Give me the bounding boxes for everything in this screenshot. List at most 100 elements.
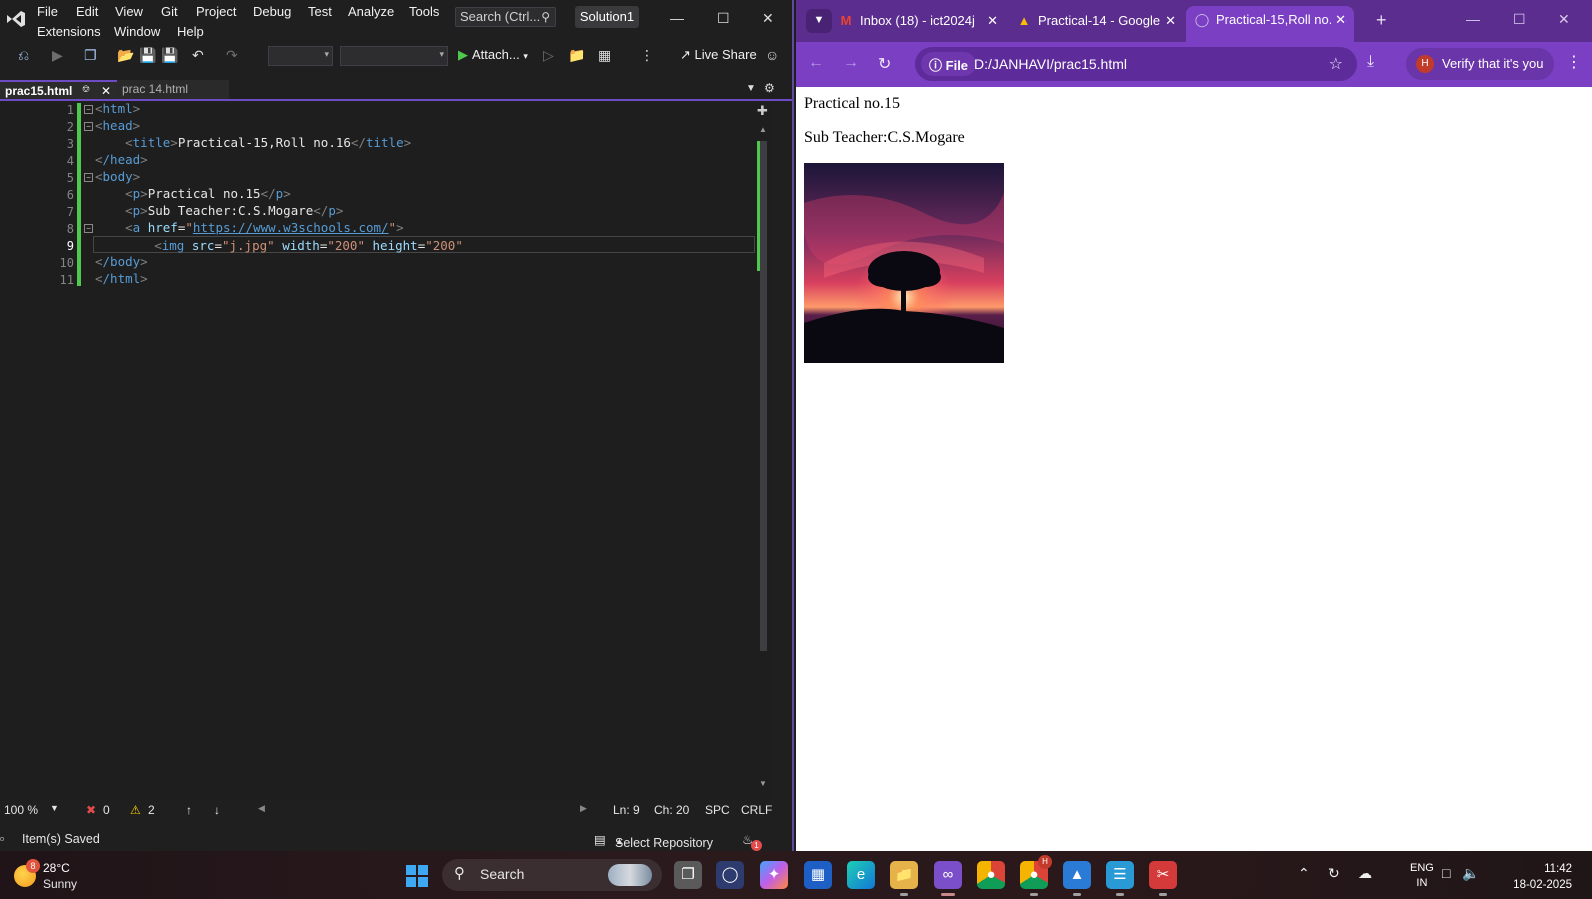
reload-icon[interactable]: ↻ xyxy=(878,54,891,74)
whitespace-indicator[interactable]: SPC xyxy=(705,803,730,817)
layout-icon[interactable]: ▦ xyxy=(598,47,611,64)
edge-icon[interactable]: e xyxy=(847,861,875,889)
notepad-icon[interactable]: ☰ xyxy=(1106,861,1134,896)
pin-icon[interactable]: ⎊ xyxy=(82,84,90,95)
solution-name[interactable]: Solution1 xyxy=(575,6,639,28)
site-info-chip[interactable]: ⓘ File xyxy=(921,52,977,76)
menu-window[interactable]: Window xyxy=(114,24,160,39)
scroll-up-icon[interactable]: ▲ xyxy=(759,125,767,134)
vertical-scrollbar[interactable]: ▲ ▼ xyxy=(757,103,770,800)
close-tab-icon[interactable]: ✕ xyxy=(1331,12,1346,28)
line-indicator[interactable]: Ln: 9 xyxy=(613,803,640,817)
visual-studio-icon[interactable]: ∞ xyxy=(934,861,962,896)
cloud-offline-icon[interactable]: ☁ xyxy=(1358,865,1372,882)
sync-icon[interactable]: ↻ xyxy=(1328,865,1340,882)
menu-file[interactable]: File xyxy=(37,4,58,19)
settings-icon[interactable]: ⚙ xyxy=(764,81,775,95)
menu-view[interactable]: View xyxy=(115,4,143,19)
weather-widget[interactable]: 8 28°C Sunny xyxy=(12,859,122,893)
bookmark-star-icon[interactable]: ☆ xyxy=(1329,54,1343,74)
menu-test[interactable]: Test xyxy=(308,4,332,19)
chrome-tab-active[interactable]: ◯ Practical-15,Roll no.16 ✕ xyxy=(1186,6,1354,42)
back-icon[interactable]: ⎌ xyxy=(18,47,29,64)
close-icon[interactable]: ✕ xyxy=(1558,11,1570,28)
next-issue-icon[interactable]: ↓ xyxy=(214,803,220,817)
platform-dropdown[interactable] xyxy=(340,46,448,66)
tab-prac14[interactable]: prac 14.html xyxy=(117,80,229,99)
address-bar[interactable]: ⓘ File D:/JANHAVI/prac15.html ☆ xyxy=(915,47,1357,81)
split-icon[interactable]: ✚ xyxy=(757,103,768,119)
sunset-tree-image[interactable] xyxy=(804,163,1004,363)
close-tab-icon[interactable]: ✕ xyxy=(101,84,111,98)
scroll-down-icon[interactable]: ▼ xyxy=(759,779,767,788)
configuration-dropdown[interactable] xyxy=(268,46,333,66)
new-project-icon[interactable]: ❐ xyxy=(84,47,97,64)
system-clock[interactable]: 11:42 18-02-2025 xyxy=(1508,861,1572,893)
previous-issue-icon[interactable]: ↑ xyxy=(186,803,192,817)
task-view-icon[interactable]: ❐ xyxy=(674,861,702,889)
close-tab-icon[interactable]: ✕ xyxy=(983,13,998,29)
save-all-icon[interactable]: 💾 xyxy=(161,47,178,64)
error-count[interactable]: 0 xyxy=(103,803,110,817)
chrome-icon[interactable]: ● xyxy=(977,861,1005,889)
chrome-menu-icon[interactable]: ⋮ xyxy=(1566,52,1582,72)
tab-prac15[interactable]: prac15.html ⎊ ✕ xyxy=(0,80,117,99)
start-without-debug-icon[interactable]: ▷ xyxy=(543,47,554,64)
chrome-profile-icon[interactable]: ● H xyxy=(1020,855,1052,896)
taskbar-search[interactable]: ⚲ Search xyxy=(442,859,662,891)
scroll-right-icon[interactable]: ▶ xyxy=(580,803,587,814)
fold-toggle-icon[interactable]: − xyxy=(84,122,93,131)
menu-help[interactable]: Help xyxy=(177,24,204,39)
open-folder-icon[interactable]: 📂 xyxy=(117,47,134,64)
maximize-icon[interactable]: ☐ xyxy=(1513,11,1526,28)
close-icon[interactable]: ✕ xyxy=(762,10,774,27)
feedback-icon[interactable]: ☺ xyxy=(765,47,779,63)
scroll-left-icon[interactable]: ◀ xyxy=(258,803,265,814)
chrome-tab-gmail[interactable]: M Inbox (18) - ict2024j ✕ xyxy=(830,7,1006,36)
folder-icon[interactable]: 📁 xyxy=(568,47,585,64)
back-icon[interactable]: ← xyxy=(808,54,824,72)
minimize-icon[interactable]: — xyxy=(1466,11,1480,27)
url-text[interactable]: D:/JANHAVI/prac15.html xyxy=(974,56,1127,72)
language-indicator[interactable]: ENG IN xyxy=(1410,861,1434,891)
redo-icon[interactable]: ↷ xyxy=(226,47,238,64)
menu-analyze[interactable]: Analyze xyxy=(348,4,394,19)
menu-extensions[interactable]: Extensions xyxy=(37,24,101,39)
show-hidden-icons-icon[interactable]: ⌃ xyxy=(1298,865,1310,882)
menu-debug[interactable]: Debug xyxy=(253,4,291,19)
microsoft-store-icon[interactable]: ▦ xyxy=(804,861,832,889)
paint-icon[interactable]: ▲ xyxy=(1063,861,1091,896)
chrome-tab-drive[interactable]: ▲ Practical-14 - Google ✕ xyxy=(1008,7,1184,36)
output-icon[interactable]: ▫ xyxy=(0,832,4,846)
scrollbar-thumb[interactable] xyxy=(760,141,767,651)
maximize-icon[interactable]: ☐ xyxy=(717,10,730,27)
overflow-icon[interactable]: ⋮ xyxy=(640,47,654,64)
forward-icon[interactable]: ▶ xyxy=(52,47,63,64)
tab-list-icon[interactable]: ▼ xyxy=(746,83,756,94)
new-tab-icon[interactable]: + xyxy=(1376,10,1387,31)
menu-project[interactable]: Project xyxy=(196,4,236,19)
file-explorer-icon[interactable]: 📁 xyxy=(890,861,918,896)
save-icon[interactable]: 💾 xyxy=(139,47,156,64)
forward-icon[interactable]: → xyxy=(843,54,859,72)
tab-search-button[interactable]: ▼ xyxy=(806,9,832,33)
verify-identity-button[interactable]: H Verify that it's you xyxy=(1406,48,1554,80)
line-ending-indicator[interactable]: CRLF xyxy=(741,803,772,817)
network-icon[interactable]: □ xyxy=(1442,865,1450,881)
column-indicator[interactable]: Ch: 20 xyxy=(654,803,689,817)
zoom-dropdown-icon[interactable]: ▼ xyxy=(50,803,59,813)
menu-edit[interactable]: Edit xyxy=(76,4,98,19)
menu-tools[interactable]: Tools xyxy=(409,4,439,19)
snipping-tool-icon[interactable]: ✂ xyxy=(1149,861,1177,896)
close-tab-icon[interactable]: ✕ xyxy=(1161,13,1176,29)
zoom-level[interactable]: 100 % xyxy=(4,803,38,817)
menu-git[interactable]: Git xyxy=(161,4,178,19)
live-share-button[interactable]: ↗ Live Share xyxy=(680,47,757,63)
volume-icon[interactable]: 🔈 xyxy=(1462,865,1479,882)
code-editor[interactable]: 1 2 3 4 5 6 7 8 9 10 11 − − − − <html> <… xyxy=(0,101,770,800)
eclipse-icon[interactable]: ◯ xyxy=(716,861,744,889)
undo-icon[interactable]: ↶ xyxy=(192,47,204,64)
minimize-icon[interactable]: — xyxy=(670,10,684,26)
vs-search-box[interactable]: Search (Ctrl... ⚲ xyxy=(455,7,556,27)
fold-toggle-icon[interactable]: − xyxy=(84,105,93,114)
